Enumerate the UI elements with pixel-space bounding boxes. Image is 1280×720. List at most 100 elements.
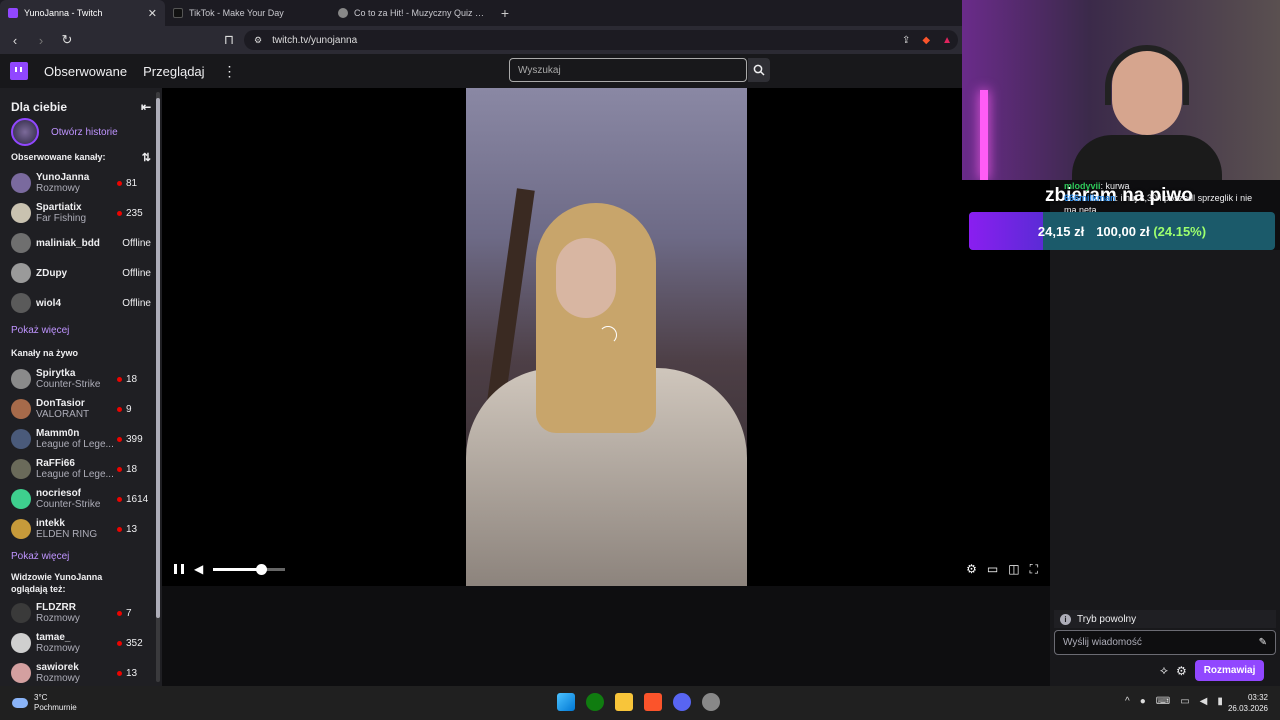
settings-icon[interactable]: ⚙: [966, 562, 977, 577]
tab-title: Co to za Hit! - Muzyczny Quiz Hip-Hop: [354, 8, 487, 18]
sort-icon[interactable]: ⇅: [142, 151, 151, 164]
clock[interactable]: 03:32 26.03.2026: [1228, 692, 1268, 714]
channel-avatar[interactable]: [11, 489, 31, 509]
fullscreen-icon[interactable]: ⛶: [1030, 562, 1038, 577]
bookmark-icon[interactable]: ⊓: [222, 32, 236, 48]
channel-name: Spartiatix: [36, 202, 82, 213]
brave-rewards-icon[interactable]: ▲: [942, 35, 952, 46]
microphone-icon[interactable]: ●: [1140, 696, 1146, 707]
pause-icon[interactable]: [174, 564, 184, 574]
side-panel-icon[interactable]: ◫: [1008, 562, 1019, 577]
channel-avatar[interactable]: [11, 399, 31, 419]
brave-shield-icon[interactable]: ◆: [922, 35, 930, 46]
channel-avatar[interactable]: [11, 173, 31, 193]
sidebar-scrollbar[interactable]: [156, 92, 160, 682]
close-tab-icon[interactable]: ✕: [148, 7, 157, 20]
search-input[interactable]: Wyszukaj: [509, 58, 747, 82]
channel-avatar[interactable]: [11, 663, 31, 683]
discord-icon[interactable]: [673, 693, 691, 711]
reload-icon[interactable]: ↻: [60, 32, 74, 48]
emote-picker-icon[interactable]: ✎: [1259, 637, 1267, 648]
volume-slider[interactable]: [213, 563, 286, 575]
new-tab-icon[interactable]: +: [495, 5, 515, 21]
viewer-count: 13: [117, 668, 151, 679]
show-more-followed[interactable]: Pokaż więcej: [0, 318, 162, 342]
system-tray: ^ ● ⌨ ▭ ◀ ▮: [1125, 696, 1223, 707]
file-explorer-icon[interactable]: [615, 693, 633, 711]
network-icon[interactable]: ▭: [1180, 696, 1189, 707]
windows-start-icon[interactable]: [557, 693, 575, 711]
more-menu-icon[interactable]: ⋮: [223, 63, 237, 80]
channel-row[interactable]: Spartiatix Far Fishing 235: [0, 198, 162, 228]
tab-quiz[interactable]: Co to za Hit! - Muzyczny Quiz Hip-Hop: [330, 0, 495, 26]
channel-row[interactable]: FLDZRR Rozmowy 7: [0, 598, 162, 628]
channel-avatar[interactable]: [11, 459, 31, 479]
tab-twitch[interactable]: YunoJanna - Twitch ✕: [0, 0, 165, 26]
battery-icon[interactable]: ▮: [1217, 696, 1223, 707]
keyboard-icon[interactable]: ⌨: [1156, 696, 1170, 707]
chat-settings-icon[interactable]: ⚙: [1176, 664, 1187, 678]
channel-avatar[interactable]: [11, 429, 31, 449]
slow-mode-label: Tryb powolny: [1077, 613, 1137, 625]
story-label[interactable]: Otwórz historie: [51, 127, 118, 138]
search-button[interactable]: [748, 58, 770, 82]
channel-name: Spirytka: [36, 368, 76, 379]
video-player[interactable]: ◀ ⚙ ▭ ◫ ⛶: [162, 88, 1050, 586]
back-icon[interactable]: ‹: [8, 33, 22, 48]
url-bar[interactable]: ⚙ twitch.tv/yunojanna ⇪ ◆ ▲: [244, 30, 958, 50]
sidebar-header: Dla ciebie ⇤: [0, 88, 162, 118]
channel-avatar[interactable]: [11, 203, 31, 223]
viewer-number: 399: [126, 433, 143, 445]
channel-row[interactable]: wiol4 Offline: [0, 288, 162, 318]
volume-knob[interactable]: [256, 563, 268, 575]
channel-avatar[interactable]: [11, 263, 31, 283]
forward-icon[interactable]: ›: [34, 33, 48, 48]
channel-row[interactable]: intekk ELDEN RING 13: [0, 514, 162, 544]
tab-tiktok[interactable]: TikTok - Make Your Day: [165, 0, 330, 26]
speaker-icon[interactable]: ◀: [1200, 696, 1208, 707]
channel-avatar[interactable]: [11, 369, 31, 389]
nav-browse[interactable]: Przeglądaj: [143, 64, 204, 79]
channel-row[interactable]: RaFFi66 League of Lege... 18: [0, 454, 162, 484]
channel-row[interactable]: tamae_ Rozmowy 352: [0, 628, 162, 658]
channel-row[interactable]: YunoJanna Rozmowy 81: [0, 168, 162, 198]
channel-avatar[interactable]: [11, 293, 31, 313]
channel-avatar[interactable]: [11, 633, 31, 653]
nav-following[interactable]: Obserwowane: [44, 64, 127, 79]
channel-row[interactable]: ZDupy Offline: [0, 258, 162, 288]
offline-label: Offline: [122, 267, 151, 279]
channel-row[interactable]: maliniak_bdd Offline: [0, 228, 162, 258]
channel-avatar[interactable]: [11, 519, 31, 539]
channel-info: RaFFi66 League of Lege...: [36, 458, 117, 480]
xbox-icon[interactable]: [586, 693, 604, 711]
collapse-sidebar-icon[interactable]: ⇤: [141, 100, 151, 114]
chat-input[interactable]: Wyślij wiadomość ✎: [1054, 630, 1276, 655]
channel-row[interactable]: sawiorek Rozmowy 13: [0, 658, 162, 686]
site-info-icon[interactable]: ⚙: [254, 35, 262, 46]
goal-percent: (24.15%): [1153, 223, 1207, 239]
weather-widget[interactable]: 3°C Pochmurnie: [12, 693, 77, 713]
send-chat-button[interactable]: Rozmawiaj: [1194, 660, 1265, 681]
app-icon[interactable]: [702, 693, 720, 711]
share-icon[interactable]: ⇪: [902, 35, 910, 46]
open-stories[interactable]: Otwórz historie: [0, 118, 162, 146]
channel-row[interactable]: nocriesof Counter-Strike 1614: [0, 484, 162, 514]
bits-icon[interactable]: ⟡: [1160, 663, 1168, 678]
donation-goal-bar: 24,15 zł 100,00 zł (24.15%): [969, 212, 1275, 250]
tray-chevron-icon[interactable]: ^: [1125, 696, 1130, 707]
channel-avatar[interactable]: [11, 603, 31, 623]
channel-name: wiol4: [36, 297, 62, 309]
theatre-mode-icon[interactable]: ▭: [987, 562, 998, 577]
channel-row[interactable]: Spirytka Counter-Strike 18: [0, 364, 162, 394]
channel-avatar[interactable]: [11, 233, 31, 253]
channel-row[interactable]: Mamm0n League of Lege... 399: [0, 424, 162, 454]
channel-row[interactable]: DonTasior VALORANT 9: [0, 394, 162, 424]
volume-icon[interactable]: ◀: [194, 562, 203, 576]
channel-category: Rozmowy: [36, 613, 80, 624]
story-avatar[interactable]: [11, 118, 39, 146]
twitch-logo-icon[interactable]: [10, 62, 28, 80]
show-more-live[interactable]: Pokaż więcej: [0, 544, 162, 568]
goal-target: 100,00 zł (24.15%): [1096, 224, 1206, 239]
brave-browser-icon[interactable]: [644, 693, 662, 711]
channel-name: tamae_: [36, 632, 71, 643]
